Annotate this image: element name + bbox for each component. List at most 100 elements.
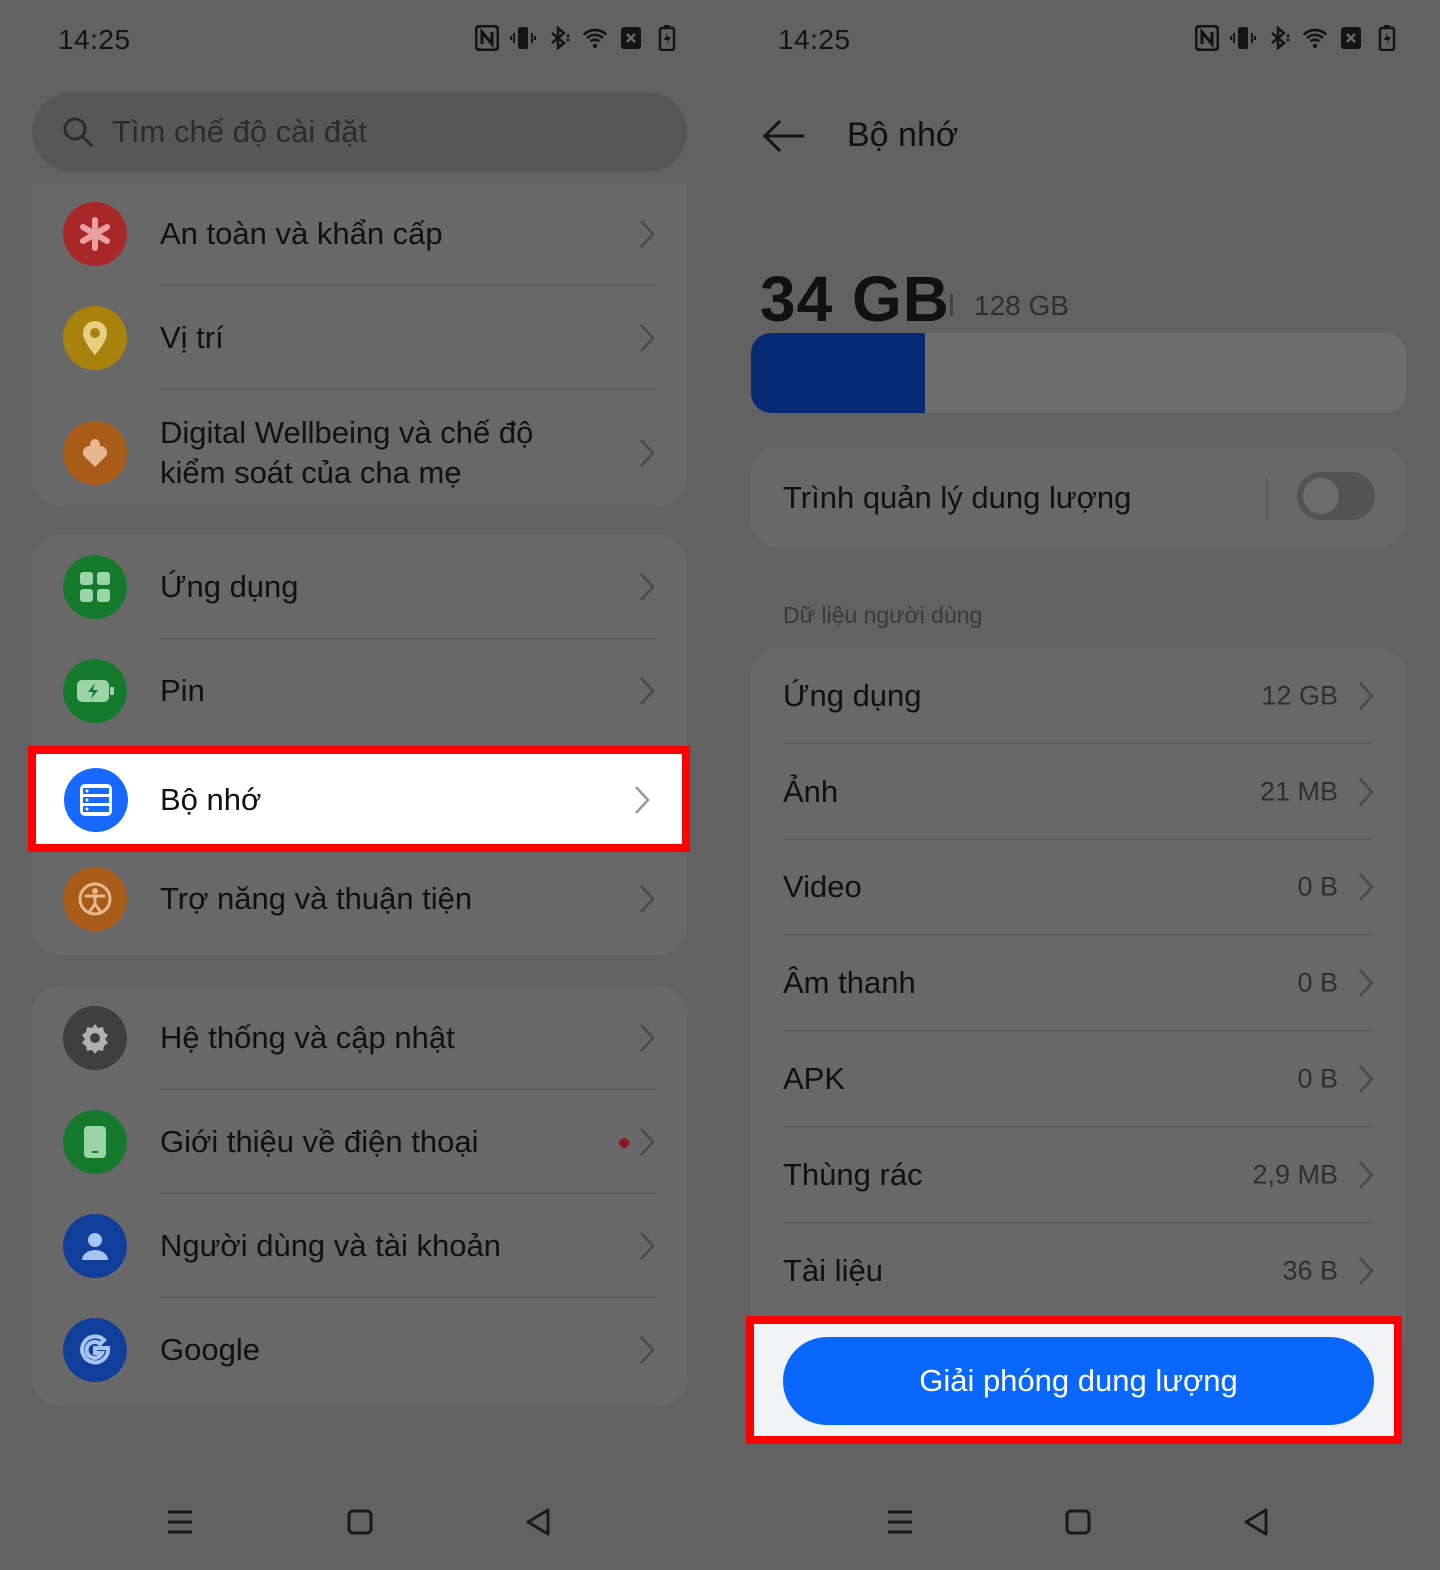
vibrate-icon bbox=[510, 24, 536, 52]
phone-icon bbox=[63, 1110, 127, 1174]
settings-item-system[interactable]: Hệ thống và cập nhật bbox=[32, 986, 687, 1090]
home-icon[interactable] bbox=[340, 1502, 380, 1542]
free-up-space-button[interactable]: Giải phóng dung lượng bbox=[783, 1337, 1374, 1425]
storage-usage-fill bbox=[751, 333, 925, 413]
settings-item-label: Bộ nhớ bbox=[160, 782, 262, 817]
sim-off-icon bbox=[618, 24, 644, 52]
back-triangle-icon[interactable] bbox=[1236, 1502, 1276, 1542]
settings-item-google[interactable]: Google bbox=[32, 1298, 687, 1402]
settings-item-label: Trợ năng và thuận tiện bbox=[160, 881, 473, 916]
bluetooth-icon bbox=[546, 24, 572, 52]
settings-group-3: Hệ thống và cập nhật Giới thiệu về điện … bbox=[32, 986, 687, 1406]
total-storage: 128 GB bbox=[974, 290, 1069, 321]
settings-item-label: Hệ thống và cập nhật bbox=[160, 1020, 455, 1055]
chevron-right-icon bbox=[640, 885, 655, 913]
data-item-label: Thùng rác bbox=[783, 1156, 923, 1192]
data-item-apps[interactable]: Ứng dụng 12 GB bbox=[751, 648, 1406, 744]
settings-item-label: Giới thiệu về điện thoại bbox=[160, 1124, 479, 1159]
section-label: Dữ liệu người dùng bbox=[783, 602, 983, 628]
status-time: 14:25 bbox=[58, 24, 131, 55]
settings-item-battery[interactable]: Pin bbox=[32, 639, 687, 743]
battery-charging-icon bbox=[654, 24, 680, 52]
settings-item-about-phone[interactable]: Giới thiệu về điện thoại bbox=[32, 1090, 687, 1194]
status-time: 14:25 bbox=[778, 24, 851, 55]
settings-item-label: Ứng dụng bbox=[160, 569, 299, 604]
data-item-label: Âm thanh bbox=[783, 965, 916, 1001]
home-icon[interactable] bbox=[1058, 1502, 1098, 1542]
storage-manager-card[interactable]: Trình quản lý dung lượng bbox=[751, 446, 1406, 548]
bluetooth-icon bbox=[1266, 24, 1292, 52]
divider bbox=[1266, 478, 1268, 520]
used-storage: 34 GB bbox=[760, 263, 950, 335]
chevron-right-icon bbox=[1359, 873, 1374, 902]
chevron-right-icon bbox=[1359, 682, 1374, 710]
data-item-value: 0 B bbox=[1297, 967, 1338, 998]
wifi-icon bbox=[582, 24, 608, 52]
settings-item-wellbeing[interactable]: Digital Wellbeing và chế độ kiểm soát củ… bbox=[32, 390, 687, 506]
data-item-label: Video bbox=[783, 869, 862, 905]
page-title: Bộ nhớ bbox=[847, 116, 959, 154]
free-up-space-highlight: Giải phóng dung lượng bbox=[746, 1316, 1402, 1444]
settings-item-accessibility[interactable]: Trợ năng và thuận tiện bbox=[32, 847, 687, 951]
data-item-apk[interactable]: APK 0 B bbox=[751, 1031, 1406, 1127]
settings-item-safety[interactable]: An toàn và khẩn cấp bbox=[32, 182, 687, 286]
settings-item-apps[interactable]: Ứng dụng bbox=[32, 535, 687, 639]
chevron-right-icon bbox=[640, 1024, 655, 1052]
chevron-right-icon bbox=[1359, 1256, 1374, 1285]
settings-item-location[interactable]: Vị trí bbox=[32, 286, 687, 390]
settings-item-storage[interactable]: Bộ nhớ bbox=[28, 746, 690, 852]
chevron-right-icon bbox=[1359, 777, 1374, 806]
status-bar: 14:25 bbox=[720, 18, 1440, 62]
data-item-trash[interactable]: Thùng rác 2,9 MB bbox=[751, 1127, 1406, 1223]
chevron-right-icon bbox=[640, 439, 655, 467]
data-item-value: 0 B bbox=[1297, 871, 1338, 902]
settings-item-label: Người dùng và tài khoản bbox=[160, 1228, 501, 1263]
chevron-right-icon bbox=[640, 1336, 655, 1364]
storage-usage-bar bbox=[751, 333, 1406, 413]
navigation-bar bbox=[720, 1496, 1440, 1546]
heart-person-icon bbox=[63, 421, 127, 485]
status-icons bbox=[1194, 24, 1400, 52]
storage-icon bbox=[64, 768, 128, 832]
gear-icon bbox=[63, 1006, 127, 1070]
chevron-right-icon bbox=[1359, 969, 1374, 998]
nfc-icon bbox=[1194, 24, 1220, 52]
vibrate-icon bbox=[1230, 24, 1256, 52]
data-item-label: Ứng dụng bbox=[783, 677, 922, 713]
navigation-bar bbox=[0, 1496, 720, 1546]
battery-charging-icon bbox=[1374, 24, 1400, 52]
settings-item-label: Vị trí bbox=[160, 320, 224, 355]
chevron-right-icon bbox=[640, 324, 655, 352]
user-data-list: Ứng dụng 12 GB Ảnh 21 MB Video 0 B Âm th… bbox=[751, 648, 1406, 1338]
settings-item-users[interactable]: Người dùng và tài khoản bbox=[32, 1194, 687, 1298]
apps-grid-icon bbox=[63, 555, 127, 619]
data-item-label: APK bbox=[783, 1061, 846, 1097]
asterisk-icon bbox=[63, 202, 127, 266]
settings-item-label: Pin bbox=[160, 673, 205, 708]
storage-manager-label: Trình quản lý dung lượng bbox=[783, 480, 1132, 515]
location-pin-icon bbox=[63, 306, 127, 370]
data-item-value: 2,9 MB bbox=[1252, 1159, 1338, 1190]
menu-icon[interactable] bbox=[880, 1502, 920, 1542]
menu-icon[interactable] bbox=[160, 1502, 200, 1542]
data-item-video[interactable]: Video 0 B bbox=[751, 840, 1406, 936]
chevron-right-icon bbox=[635, 786, 650, 814]
nfc-icon bbox=[474, 24, 500, 52]
settings-item-label: Digital Wellbeing và chế độ kiểm soát củ… bbox=[160, 415, 534, 490]
data-item-audio[interactable]: Âm thanh 0 B bbox=[751, 935, 1406, 1032]
battery-icon bbox=[63, 659, 127, 723]
user-icon bbox=[63, 1214, 127, 1278]
back-arrow-icon[interactable] bbox=[760, 112, 808, 160]
back-triangle-icon[interactable] bbox=[518, 1502, 558, 1542]
data-item-value: 36 B bbox=[1282, 1255, 1338, 1286]
data-item-photos[interactable]: Ảnh 21 MB bbox=[751, 744, 1406, 840]
data-item-documents[interactable]: Tài liệu 36 B bbox=[751, 1223, 1406, 1319]
chevron-right-icon bbox=[640, 220, 655, 248]
settings-search[interactable]: Tìm chế độ cài đặt bbox=[32, 92, 687, 172]
settings-panel: 14:25 Tìm chế độ cài đặt An toàn và khẩn… bbox=[0, 0, 720, 1570]
accessibility-icon bbox=[63, 867, 127, 931]
chevron-right-icon bbox=[1359, 1065, 1374, 1093]
storage-manager-toggle[interactable] bbox=[1297, 472, 1375, 520]
google-icon bbox=[63, 1318, 127, 1382]
search-placeholder: Tìm chế độ cài đặt bbox=[112, 114, 368, 149]
